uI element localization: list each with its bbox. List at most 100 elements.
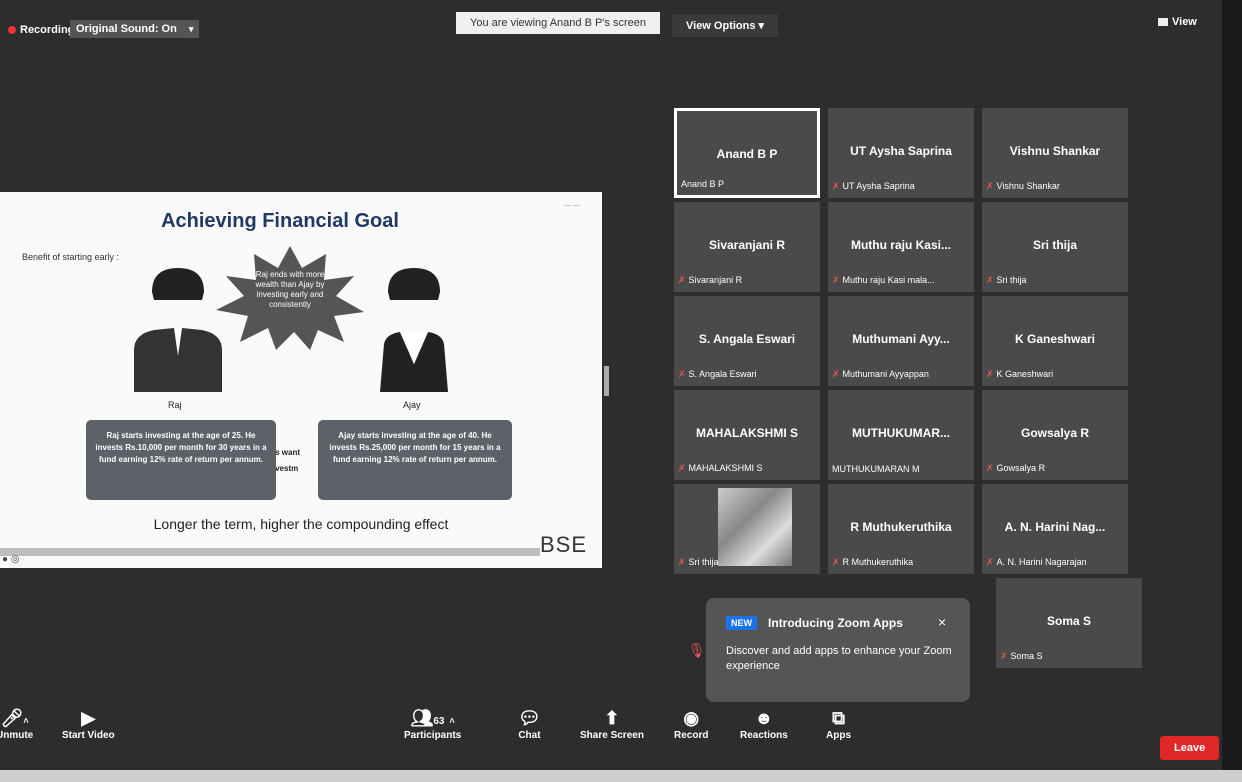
participant-name: A. N. Harini Nag... [1004, 520, 1106, 534]
participant-label: ✗ K Ganeshwari [986, 369, 1053, 380]
participant-name: Muthu raju Kasi... [850, 238, 951, 252]
panel-resize-handle[interactable] [604, 366, 609, 396]
participant-label: ✗ UT Aysha Saprina [832, 181, 915, 192]
muted-mic-icon: ✗ [986, 463, 994, 473]
slide-scrollbar[interactable] [0, 548, 540, 556]
participant-label-text: Sri thija [996, 275, 1027, 285]
participant-tile[interactable]: Muthu raju Kasi... ✗ Muthu raju Kasi mala.… [828, 202, 974, 292]
participant-name: Anand B P [716, 147, 778, 161]
muted-mic-icon: ✗ [678, 369, 686, 379]
muted-mic-icon: ✗ [986, 557, 994, 567]
participant-tile[interactable]: Anand B P Anand B P [674, 108, 820, 198]
reactions-label: Reactions [740, 730, 788, 741]
view-options-button[interactable]: View Options ▾ [672, 14, 779, 37]
participant-label: ✗ A. N. Harini Nagarajan [986, 557, 1087, 568]
view-button[interactable]: View [1158, 16, 1197, 28]
participant-label: ✗ MAHALAKSHMI S [678, 463, 763, 474]
participant-label: Anand B P [681, 179, 724, 189]
apps-label: Apps [826, 730, 851, 741]
participant-tile[interactable]: ✗ Sri thija [674, 484, 820, 574]
participant-label-text: MAHALAKSHMI S [688, 463, 763, 473]
raj-figure-icon [134, 268, 222, 392]
view-label: View [1172, 16, 1197, 28]
view-options-label: View Options [686, 20, 756, 32]
chevron-down-icon: ▾ [758, 20, 765, 32]
share-screen-button[interactable]: ⬆︎ Share Screen [580, 706, 644, 741]
participant-label-text: Muthumani Ayyappan [842, 369, 929, 379]
unmute-button[interactable]: 🎤︎˄ Unmute [0, 706, 33, 741]
participant-tile[interactable]: Vishnu Shankar ✗ Vishnu Shankar [982, 108, 1128, 198]
participant-name: Sivaranjani R [708, 238, 786, 252]
zoom-apps-popup: NEW Introducing Zoom Apps × Discover and… [706, 598, 970, 702]
participant-label-text: Muthu raju Kasi mala... [842, 275, 935, 285]
shared-screen-slide: — — Achieving Financial Goal Benefit of … [0, 192, 602, 568]
leave-button[interactable]: Leave [1160, 736, 1220, 760]
participant-label-text: Sri thija [688, 557, 719, 567]
participant-tile[interactable]: MAHALAKSHMI S ✗ MAHALAKSHMI S [674, 390, 820, 480]
recording-indicator: Recording [8, 24, 74, 36]
participants-icon: 👥︎63 ˄ [410, 708, 455, 728]
apps-icon: ⧉ [832, 708, 845, 728]
participant-tile[interactable]: S. Angala Eswari ✗ S. Angala Eswari [674, 296, 820, 386]
participant-tile[interactable]: Muthumani Ayy... ✗ Muthumani Ayyappan [828, 296, 974, 386]
participants-count: 63 [433, 716, 445, 727]
record-button[interactable]: ◉ Record [674, 706, 708, 741]
participants-label: Participants [404, 730, 462, 741]
muted-mic-icon: ✗ [832, 369, 840, 379]
participants-button[interactable]: 👥︎63 ˄ Participants [404, 706, 461, 741]
participant-tile[interactable]: A. N. Harini Nag... ✗ A. N. Harini Nagaraj… [982, 484, 1128, 574]
slide-pager: — — [564, 202, 580, 209]
popup-title: Introducing Zoom Apps [768, 616, 903, 630]
raj-info-box: Raj starts investing at the age of 25. H… [86, 420, 276, 500]
participant-tile[interactable]: R Muthukeruthika ✗ R Muthukeruthika [828, 484, 974, 574]
muted-mic-icon: ✗ [832, 557, 840, 567]
participant-name: R Muthukeruthika [850, 520, 952, 534]
participant-label-text: MUTHUKUMARAN M [832, 464, 920, 474]
recording-dot-icon [8, 26, 16, 35]
start-video-label: Start Video [62, 730, 115, 741]
participant-name: Muthumani Ayy... [852, 332, 950, 346]
participant-tile[interactable]: Gowsalya R ✗ Gowsalya R [982, 390, 1128, 480]
original-sound-toggle[interactable]: Original Sound: On ▾ [70, 20, 200, 38]
participant-tile[interactable]: Soma S ✗ Soma S [996, 578, 1142, 668]
participant-label: ✗ Gowsalya R [986, 463, 1045, 474]
participant-label-text: K Ganeshwari [996, 369, 1054, 379]
participant-tile[interactable]: K Ganeshwari ✗ K Ganeshwari [982, 296, 1128, 386]
participant-name: Gowsalya R [1020, 426, 1090, 440]
participant-tile[interactable]: Sivaranjani R ✗ Sivaranjani R [674, 202, 820, 292]
start-video-button[interactable]: ▶︎ Start Video [62, 706, 115, 741]
meeting-toolbar: 🎤︎˄ Unmute ▶︎ Start Video 👥︎63 ˄ Partici… [0, 696, 1222, 766]
top-bar: Recording Original Sound: On ▾ You are vi… [0, 0, 1222, 44]
muted-mic-icon: ✗ [986, 181, 994, 191]
reactions-button[interactable]: ☻ Reactions [740, 706, 788, 741]
viewing-banner: You are viewing Anand B P's screen [456, 12, 660, 34]
popup-body[interactable]: Discover and add apps to enhance your Zo… [726, 644, 956, 674]
participant-name: Vishnu Shankar [1009, 144, 1101, 158]
chat-button[interactable]: 💬︎ Chat [518, 706, 541, 741]
muted-mic-icon: 🎙︎ [688, 642, 706, 658]
zoom-window: Recording Original Sound: On ▾ You are vi… [0, 0, 1222, 770]
muted-mic-icon: ✗ [986, 275, 994, 285]
participant-tile[interactable]: MUTHUKUMAR... MUTHUKUMARAN M [828, 390, 974, 480]
participant-label-text: Gowsalya R [996, 463, 1046, 473]
slide-controls-icon[interactable]: ● ◎ [2, 554, 20, 565]
participant-name: Soma S [1046, 614, 1091, 628]
original-sound-label: Original Sound: On [76, 23, 177, 35]
participant-tile[interactable]: Sri thija ✗ Sri thija [982, 202, 1128, 292]
participant-label: ✗ Sri thija [986, 275, 1027, 286]
participant-label-text: Sivaranjani R [688, 275, 743, 285]
muted-mic-icon: ✗ [678, 463, 686, 473]
muted-mic-icon: ✗ [1000, 651, 1008, 661]
chat-label: Chat [518, 730, 541, 741]
apps-button[interactable]: ⧉ Apps [826, 706, 851, 741]
participant-tile[interactable]: UT Aysha Saprina ✗ UT Aysha Saprina [828, 108, 974, 198]
participant-label: ✗ Vishnu Shankar [986, 181, 1060, 192]
chat-icon: 💬︎ [518, 708, 541, 728]
participant-label: ✗ Sri thija [678, 557, 719, 568]
close-icon[interactable]: × [938, 614, 946, 630]
video-off-icon: ▶︎ [81, 708, 96, 728]
participant-name: MUTHUKUMAR... [852, 426, 950, 440]
ajay-label: Ajay [403, 400, 421, 410]
participant-label: ✗ Muthu raju Kasi mala... [832, 275, 935, 286]
share-screen-label: Share Screen [580, 730, 644, 741]
